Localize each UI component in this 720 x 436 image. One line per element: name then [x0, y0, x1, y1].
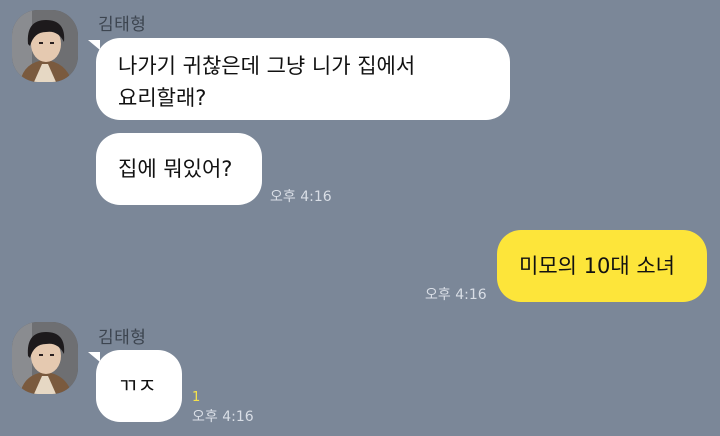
message-timestamp: 오후 4:16	[425, 287, 487, 303]
outgoing-message-bubble[interactable]: 미모의 10대 소녀	[497, 230, 707, 302]
unread-count: 1	[192, 390, 201, 405]
sender-avatar[interactable]	[12, 322, 78, 394]
incoming-message-bubble[interactable]: 집에 뭐있어?	[96, 133, 262, 205]
sender-name: 김태형	[98, 15, 147, 35]
incoming-message-bubble[interactable]: 나가기 귀찮은데 그냥 니가 집에서 요리할래?	[96, 38, 510, 120]
message-timestamp: 오후 4:16	[192, 409, 254, 425]
bubble-tail	[88, 40, 100, 50]
bubble-tail	[88, 352, 100, 362]
profile-photo-icon	[12, 10, 78, 82]
sender-name: 김태형	[98, 328, 147, 348]
sender-avatar[interactable]	[12, 10, 78, 82]
incoming-message-bubble[interactable]: ㄲㅈ	[96, 350, 182, 422]
message-timestamp: 오후 4:16	[270, 189, 332, 205]
profile-photo-icon	[12, 322, 78, 394]
